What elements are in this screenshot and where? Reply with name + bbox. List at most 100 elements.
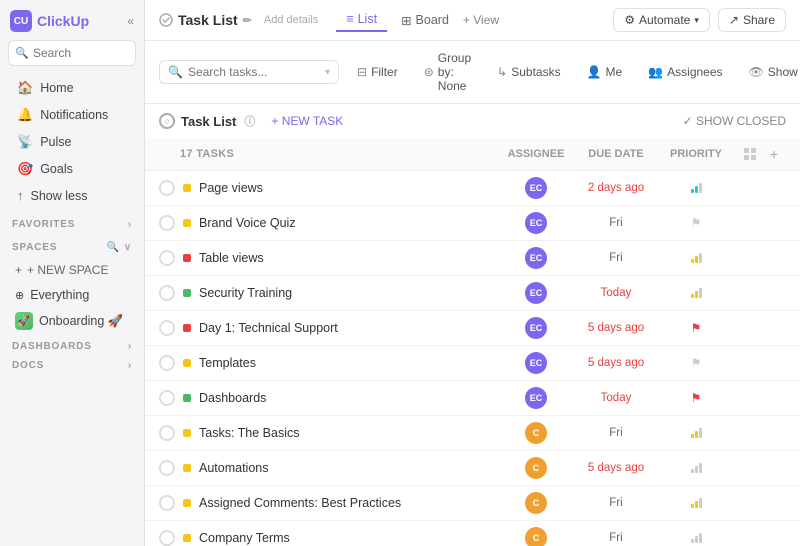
task-name[interactable]: Day 1: Technical Support — [199, 321, 496, 335]
sidebar-item-onboarding[interactable]: 🚀 Onboarding 🚀 — [5, 308, 139, 334]
avatar: EC — [525, 247, 547, 269]
task-priority-cell — [656, 533, 736, 543]
show-closed-button[interactable]: ✓ SHOW CLOSED — [683, 114, 786, 128]
dashboards-expand-icon: › — [128, 341, 132, 352]
task-checkbox[interactable] — [159, 320, 175, 336]
task-priority-cell — [656, 253, 736, 263]
task-name[interactable]: Dashboards — [199, 391, 496, 405]
task-name[interactable]: Brand Voice Quiz — [199, 216, 496, 230]
sidebar-item-home[interactable]: 🏠 Home — [5, 75, 139, 101]
task-checkbox[interactable] — [159, 530, 175, 546]
assignees-button[interactable]: 👥 Assignees — [640, 61, 730, 83]
task-checkbox[interactable] — [159, 495, 175, 511]
sidebar-item-notifications[interactable]: 🔔 Notifications — [5, 102, 139, 128]
sidebar-nav: 🏠 Home 🔔 Notifications 📡 Pulse 🎯 Goals ↑… — [0, 72, 144, 211]
automate-button[interactable]: ⚙ Automate ▾ — [613, 8, 710, 32]
task-assignee-cell: C — [496, 492, 576, 514]
task-checkbox[interactable] — [159, 285, 175, 301]
goals-icon: 🎯 — [17, 161, 33, 177]
table-row[interactable]: Dashboards EC Today ⚑ — [145, 381, 800, 416]
table-row[interactable]: Templates EC 5 days ago ⚑ — [145, 346, 800, 381]
favorites-label: FAVORITES — [12, 219, 75, 230]
table-row[interactable]: Brand Voice Quiz EC Fri ⚑ — [145, 206, 800, 241]
new-task-button[interactable]: + NEW TASK — [265, 112, 349, 130]
me-button[interactable]: 👤 Me — [579, 61, 631, 83]
task-name[interactable]: Company Terms — [199, 531, 496, 545]
sidebar-item-pulse[interactable]: 📡 Pulse — [5, 129, 139, 155]
table-row[interactable]: Assigned Comments: Best Practices C Fri — [145, 486, 800, 521]
table-row[interactable]: Company Terms C Fri — [145, 521, 800, 546]
show-button[interactable]: 👁 Show — [741, 61, 800, 83]
subtasks-label: Subtasks — [511, 65, 560, 79]
list-tab-label: List — [358, 12, 377, 26]
filter-button[interactable]: ⊟ Filter — [349, 61, 406, 83]
search-icon: 🔍 — [15, 47, 29, 60]
search-spaces-icon[interactable]: 🔍 — [107, 242, 120, 253]
task-name[interactable]: Tasks: The Basics — [199, 426, 496, 440]
table-row[interactable]: Table views EC Fri — [145, 241, 800, 276]
view-tabs: ≡ List ⊞ Board + View — [336, 8, 499, 32]
task-search-icon: 🔍 — [168, 65, 183, 79]
sidebar-item-everything[interactable]: ⊕ Everything — [5, 284, 139, 306]
sidebar-item-goals[interactable]: 🎯 Goals — [5, 156, 139, 182]
task-name[interactable]: Security Training — [199, 286, 496, 300]
task-checkbox[interactable] — [159, 250, 175, 266]
tab-list[interactable]: ≡ List — [336, 8, 387, 32]
priority-bars-icon — [691, 288, 702, 298]
task-search-input[interactable] — [188, 65, 320, 79]
tab-board[interactable]: ⊞ Board — [391, 9, 459, 32]
edit-title-icon[interactable]: ✏ — [243, 14, 252, 27]
task-priority-dot — [183, 394, 191, 402]
header-right-actions: ⚙ Automate ▾ ↗ Share — [613, 8, 786, 32]
subtasks-button[interactable]: ↳ Subtasks — [489, 61, 568, 83]
collapse-sidebar-button[interactable]: « — [127, 14, 134, 28]
onboarding-badge: 🚀 — [15, 312, 33, 330]
sidebar-item-show-less[interactable]: ↑ Show less — [5, 183, 139, 208]
grid-icon — [742, 146, 758, 162]
task-due-date: 5 days ago — [576, 322, 656, 334]
table-row[interactable]: Security Training EC Today — [145, 276, 800, 311]
task-name[interactable]: Table views — [199, 251, 496, 265]
task-name[interactable]: Page views — [199, 181, 496, 195]
spaces-collapse-icon[interactable]: ∨ — [124, 242, 132, 253]
task-name[interactable]: Assigned Comments: Best Practices — [199, 496, 496, 510]
task-checkbox[interactable] — [159, 390, 175, 406]
add-details-link[interactable]: Add details — [264, 14, 318, 26]
table-row[interactable]: Tasks: The Basics C Fri — [145, 416, 800, 451]
group-by-label: Group by: None — [438, 51, 471, 93]
table-row[interactable]: Day 1: Technical Support EC 5 days ago ⚑ — [145, 311, 800, 346]
new-space-button[interactable]: + + NEW SPACE — [5, 259, 139, 281]
dashboards-section-header[interactable]: DASHBOARDS › — [0, 335, 144, 354]
share-button[interactable]: ↗ Share — [718, 8, 786, 32]
sidebar-item-notifications-label: Notifications — [40, 108, 108, 122]
task-checkbox[interactable] — [159, 425, 175, 441]
task-checkbox[interactable] — [159, 180, 175, 196]
add-view-button[interactable]: + View — [463, 13, 499, 27]
favorites-expand-icon[interactable]: › — [128, 219, 132, 230]
table-row[interactable]: Automations C 5 days ago — [145, 451, 800, 486]
task-name[interactable]: Automations — [199, 461, 496, 475]
priority-bars-icon — [691, 183, 702, 193]
task-checkbox[interactable] — [159, 460, 175, 476]
task-assignee-cell: C — [496, 527, 576, 546]
add-column-button[interactable]: + — [762, 142, 786, 166]
sidebar-item-onboarding-label: Onboarding 🚀 — [39, 314, 123, 329]
search-dropdown-icon[interactable]: ▾ — [325, 67, 330, 78]
dashboards-label: DASHBOARDS — [12, 341, 92, 352]
task-checkbox[interactable] — [159, 215, 175, 231]
table-row[interactable]: Page views EC 2 days ago — [145, 171, 800, 206]
task-checkbox[interactable] — [159, 355, 175, 371]
share-icon: ↗ — [729, 13, 739, 27]
task-priority-dot — [183, 254, 191, 262]
docs-section-header[interactable]: DOCS › — [0, 354, 144, 373]
due-date-column-header: DUE DATE — [576, 148, 656, 160]
task-name[interactable]: Templates — [199, 356, 496, 370]
task-list-status-icon[interactable]: ○ — [159, 113, 175, 129]
avatar: EC — [525, 282, 547, 304]
task-list-icon — [159, 13, 173, 27]
page-title-container: Task List ✏ — [159, 12, 252, 28]
avatar: EC — [525, 212, 547, 234]
group-by-button[interactable]: ⊜ Group by: None — [416, 47, 479, 97]
avatar: EC — [525, 387, 547, 409]
task-assignee-cell: EC — [496, 247, 576, 269]
